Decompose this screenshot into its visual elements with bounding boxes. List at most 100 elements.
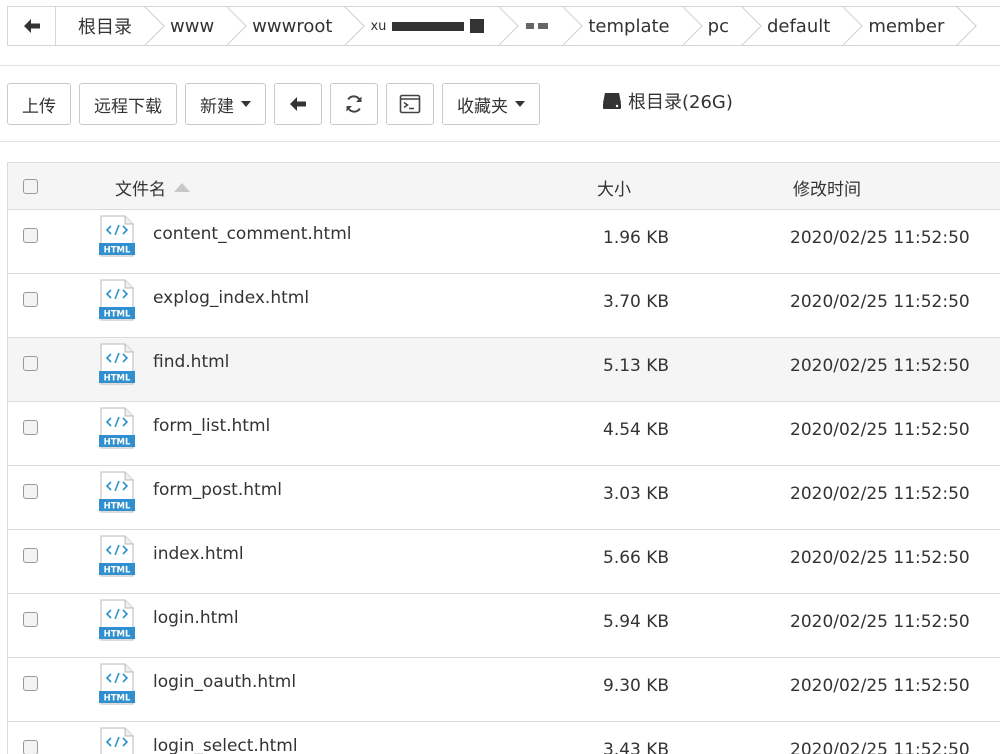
- file-modified-time: 2020/02/25 11:52:50: [790, 420, 970, 440]
- arrow-left-icon: [23, 19, 40, 33]
- file-manager: 根目录 www wwwroot xu template pc default m…: [0, 0, 1000, 754]
- html-file-icon: HTML: [99, 215, 135, 257]
- column-header-name[interactable]: 文件名: [115, 175, 190, 200]
- file-name-link[interactable]: index.html: [153, 544, 244, 564]
- breadcrumb-item-wwwroot[interactable]: wwwroot: [230, 7, 348, 45]
- table-row[interactable]: HTML content_comment.html 1.96 KB 2020/02/2…: [7, 210, 1000, 274]
- html-file-icon: HTML: [99, 471, 135, 513]
- file-size: 3.03 KB: [603, 484, 670, 504]
- table-row[interactable]: HTML find.html 5.13 KB 2020/02/25 11:52:50: [7, 338, 1000, 402]
- file-name-link[interactable]: login_select.html: [153, 736, 298, 754]
- file-modified-time: 2020/02/25 11:52:50: [790, 356, 970, 376]
- refresh-button[interactable]: [330, 83, 378, 125]
- html-file-icon: HTML: [99, 279, 135, 321]
- file-name-link[interactable]: form_list.html: [153, 416, 270, 436]
- table-row[interactable]: HTML login.html 5.94 KB 2020/02/25 11:52:50: [7, 594, 1000, 658]
- breadcrumb-item-pc[interactable]: pc: [686, 7, 745, 45]
- file-modified-time: 2020/02/25 11:52:50: [790, 676, 970, 696]
- table-header: 文件名 大小 修改时间: [7, 162, 1000, 210]
- redacted-text: [392, 21, 465, 31]
- file-name-link[interactable]: login_oauth.html: [153, 672, 296, 692]
- remote-download-button[interactable]: 远程下载: [79, 83, 177, 125]
- file-size: 4.54 KB: [603, 420, 670, 440]
- column-header-size[interactable]: 大小: [597, 175, 631, 200]
- select-all-checkbox[interactable]: [23, 179, 38, 194]
- html-file-icon-label: HTML: [104, 502, 131, 512]
- html-file-icon: HTML: [99, 535, 135, 577]
- row-checkbox[interactable]: [23, 292, 38, 307]
- file-size: 5.94 KB: [603, 612, 670, 632]
- html-file-icon: HTML: [100, 727, 134, 754]
- refresh-icon: [346, 95, 362, 113]
- table-row[interactable]: HTML form_list.html 4.54 KB 2020/02/25 11:5…: [7, 402, 1000, 466]
- file-modified-time: 2020/02/25 11:52:50: [790, 548, 970, 568]
- breadcrumb-item-default[interactable]: default: [745, 7, 846, 45]
- row-checkbox[interactable]: [23, 484, 38, 499]
- breadcrumb-item-redacted-site[interactable]: xu: [348, 7, 502, 45]
- html-file-icon-label: HTML: [104, 246, 131, 256]
- toolbar: 上传 远程下载 新建 收藏夹: [7, 82, 540, 126]
- hard-drive-icon: [603, 93, 621, 109]
- table-body: HTML content_comment.html 1.96 KB 2020/02/2…: [7, 210, 1000, 754]
- html-file-icon: HTML: [99, 407, 135, 449]
- html-file-icon: HTML: [99, 343, 135, 385]
- file-size: 9.30 KB: [603, 676, 670, 696]
- html-file-icon-label: HTML: [104, 374, 131, 384]
- row-checkbox[interactable]: [23, 420, 38, 435]
- terminal-icon: [399, 94, 421, 114]
- breadcrumb-item-redacted[interactable]: [502, 7, 566, 45]
- back-button[interactable]: [274, 83, 322, 125]
- html-file-icon: HTML: [99, 599, 135, 641]
- table-row[interactable]: HTML login_select.html 3.43 KB 2020/02/25 1…: [7, 722, 1000, 754]
- column-header-modified-time[interactable]: 修改时间: [793, 175, 861, 200]
- upload-button[interactable]: 上传: [7, 83, 71, 125]
- table-row[interactable]: HTML form_post.html 3.03 KB 2020/02/25 11:5…: [7, 466, 1000, 530]
- file-name-link[interactable]: content_comment.html: [153, 224, 351, 244]
- file-modified-time: 2020/02/25 11:52:50: [790, 740, 970, 754]
- file-table: 文件名 大小 修改时间 HTML content_comment.html 1.96…: [7, 162, 1000, 754]
- file-name-link[interactable]: find.html: [153, 352, 229, 372]
- disk-indicator[interactable]: 根目录(26G): [602, 88, 733, 114]
- redacted-text: [470, 19, 485, 33]
- row-checkbox[interactable]: [23, 612, 38, 627]
- sort-ascending-icon: [174, 183, 190, 192]
- file-name-link[interactable]: form_post.html: [153, 480, 282, 500]
- arrow-left-icon: [290, 97, 306, 111]
- divider: [0, 141, 1000, 142]
- terminal-button[interactable]: [386, 83, 434, 125]
- new-dropdown-button[interactable]: 新建: [185, 83, 266, 125]
- table-row[interactable]: HTML explog_index.html 3.70 KB 2020/02/25 1…: [7, 274, 1000, 338]
- favorites-dropdown-button[interactable]: 收藏夹: [442, 83, 540, 125]
- caret-down-icon: [515, 101, 525, 107]
- file-size: 3.70 KB: [603, 292, 670, 312]
- redacted-text: [538, 23, 549, 29]
- breadcrumb-item-root[interactable]: 根目录: [56, 7, 148, 45]
- breadcrumb-back-button[interactable]: [8, 7, 56, 45]
- breadcrumb-item-member[interactable]: member: [846, 7, 960, 45]
- file-modified-time: 2020/02/25 11:52:50: [790, 228, 970, 248]
- breadcrumb-item-template[interactable]: template: [566, 7, 685, 45]
- file-size: 5.66 KB: [603, 548, 670, 568]
- html-file-icon-label: HTML: [104, 630, 131, 640]
- file-size: 5.13 KB: [603, 356, 670, 376]
- row-checkbox[interactable]: [23, 228, 38, 243]
- breadcrumb: 根目录 www wwwroot xu template pc default m…: [7, 6, 1000, 46]
- file-size: 3.43 KB: [603, 740, 670, 754]
- row-checkbox[interactable]: [23, 356, 38, 371]
- row-checkbox[interactable]: [23, 548, 38, 563]
- row-checkbox[interactable]: [23, 740, 38, 754]
- table-row[interactable]: HTML login_oauth.html 9.30 KB 2020/02/25 11…: [7, 658, 1000, 722]
- file-modified-time: 2020/02/25 11:52:50: [790, 612, 970, 632]
- breadcrumb-item-www[interactable]: www: [148, 7, 230, 45]
- file-size: 1.96 KB: [603, 228, 670, 248]
- html-file-icon-label: HTML: [104, 438, 131, 448]
- redacted-text: [526, 23, 535, 29]
- file-name-link[interactable]: explog_index.html: [153, 288, 309, 308]
- html-file-icon-label: HTML: [104, 566, 131, 576]
- caret-down-icon: [241, 101, 251, 107]
- table-row[interactable]: HTML index.html 5.66 KB 2020/02/25 11:52:50: [7, 530, 1000, 594]
- divider: [0, 65, 1000, 66]
- file-name-link[interactable]: login.html: [153, 608, 239, 628]
- row-checkbox[interactable]: [23, 676, 38, 691]
- html-file-icon-label: HTML: [104, 694, 131, 704]
